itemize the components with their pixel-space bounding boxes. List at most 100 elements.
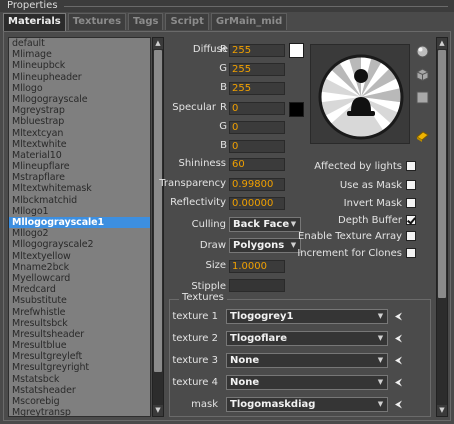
material-list-item[interactable]: Mllogo — [9, 83, 150, 94]
assign-arrow-icon[interactable] — [394, 334, 403, 343]
option-use-as-mask[interactable]: Use as Mask — [340, 179, 416, 191]
size-field[interactable]: 1.0000 — [229, 260, 285, 273]
plane-preview-icon[interactable] — [416, 91, 429, 104]
diffuse-color-swatch[interactable] — [289, 43, 304, 58]
shininess-field[interactable]: 60 — [229, 158, 285, 171]
material-list-item[interactable]: Mresultgreyright — [9, 362, 150, 373]
material-list-item[interactable]: Mgreystrap — [9, 105, 150, 116]
specular-r-field[interactable]: 0 — [229, 102, 285, 115]
material-list-item[interactable]: Mresultgreyleft — [9, 351, 150, 362]
scroll-up-icon[interactable]: ▲ — [153, 38, 163, 49]
assign-arrow-icon[interactable] — [394, 378, 403, 387]
material-list-item[interactable]: Mlimage — [9, 49, 150, 60]
material-list-item[interactable]: Mllogograyscale — [9, 94, 150, 105]
texture-3-dropdown[interactable]: None ▼ — [226, 353, 388, 368]
material-list-item[interactable]: Mscorebig — [9, 396, 150, 407]
material-list-item[interactable]: Mllogograyscale2 — [9, 239, 150, 250]
material-list-item[interactable]: Mltextyellow — [9, 251, 150, 262]
material-list-item[interactable]: Mredcard — [9, 284, 150, 295]
chevron-down-icon: ▼ — [290, 220, 297, 228]
specular-g-field[interactable]: 0 — [229, 121, 285, 134]
tab-script[interactable]: Script — [165, 13, 209, 30]
depth-buffer-checkbox[interactable] — [406, 215, 416, 225]
material-list-item[interactable]: Mlineupbck — [9, 60, 150, 71]
culling-value: Back Face — [233, 219, 290, 230]
material-list-item[interactable]: Mstatsheader — [9, 385, 150, 396]
diffuse-g-field[interactable]: 255 — [229, 63, 285, 76]
material-list-item[interactable]: Msubstitute — [9, 295, 150, 306]
use-as-mask-checkbox[interactable] — [406, 180, 416, 190]
properties-scrollbar[interactable]: ▲ ▼ — [436, 37, 448, 417]
draw-label: Draw — [199, 240, 226, 251]
material-list-item[interactable]: Mlbckmatchid — [9, 195, 150, 206]
material-preview-image — [318, 54, 404, 140]
material-list-item[interactable]: Mllogo2 — [9, 228, 150, 239]
texture-2-label: texture 2 — [172, 333, 218, 344]
diffuse-b-field[interactable]: 255 — [229, 82, 285, 95]
texture-1-dropdown[interactable]: Tlogogrey1 ▼ — [226, 309, 388, 324]
material-list-item[interactable]: Mllogo1 — [9, 206, 150, 217]
mask-dropdown[interactable]: Tlogomaskdiag ▼ — [226, 397, 388, 412]
material-list-item[interactable]: Mresultsbck — [9, 318, 150, 329]
material-list-item[interactable]: Mbluestrap — [9, 116, 150, 127]
material-list-item[interactable]: Mltextwhitemask — [9, 183, 150, 194]
option-increment-for-clones[interactable]: Increment for Clones — [297, 247, 416, 259]
reflectivity-field[interactable]: 0.00000 — [229, 197, 285, 210]
assign-arrow-icon[interactable] — [394, 312, 403, 321]
texture-2-dropdown[interactable]: Tlogoflare ▼ — [226, 331, 388, 346]
culling-dropdown[interactable]: Back Face ▼ — [229, 217, 301, 232]
cube-preview-icon[interactable] — [416, 68, 429, 81]
enable-texture-array-checkbox[interactable] — [406, 231, 416, 241]
material-list-item[interactable]: Mresultblue — [9, 340, 150, 351]
material-list-item[interactable]: Mresultsheader — [9, 329, 150, 340]
texture-4-dropdown[interactable]: None ▼ — [226, 375, 388, 390]
assign-arrow-icon[interactable] — [394, 400, 403, 409]
material-list-item[interactable]: Myellowcard — [9, 273, 150, 284]
increment-for-clones-checkbox[interactable] — [406, 248, 416, 258]
sphere-preview-icon[interactable] — [416, 45, 429, 58]
texture-preview-icon[interactable] — [416, 129, 429, 142]
option-affected-by-lights[interactable]: Affected by lights — [314, 160, 416, 172]
material-list-item[interactable]: Mstrapflare — [9, 172, 150, 183]
specular-label: Specular — [172, 102, 216, 113]
option-invert-mask[interactable]: Invert Mask — [344, 197, 416, 209]
material-list-scrollbar[interactable]: ▲ ▼ — [152, 37, 164, 417]
affected-by-lights-checkbox[interactable] — [406, 161, 416, 171]
tab-bar: Materials Textures Tags Script GrMain_mi… — [3, 13, 289, 31]
material-list-item[interactable]: Mlineupheader — [9, 72, 150, 83]
transparency-field[interactable]: 0.99800 — [229, 178, 285, 191]
material-list-item[interactable]: Mrefwhistle — [9, 307, 150, 318]
material-list-item[interactable]: Mstatsbck — [9, 374, 150, 385]
option-depth-buffer[interactable]: Depth Buffer — [338, 214, 416, 226]
material-list-item[interactable]: Mltextcyan — [9, 128, 150, 139]
diffuse-g-label: G — [219, 63, 227, 74]
material-list-item[interactable]: Mgreytransp — [9, 407, 150, 416]
assign-arrow-icon[interactable] — [394, 356, 403, 365]
material-list-item[interactable]: Mname2bck — [9, 262, 150, 273]
material-list-item[interactable]: Mltextwhite — [9, 139, 150, 150]
tab-grmain-mid[interactable]: GrMain_mid — [210, 13, 288, 30]
material-list-item[interactable]: default — [9, 38, 150, 49]
tab-tags[interactable]: Tags — [128, 13, 164, 30]
scroll-down-icon[interactable]: ▼ — [437, 405, 447, 416]
specular-color-swatch[interactable] — [289, 102, 304, 117]
scroll-thumb[interactable] — [154, 50, 162, 372]
scroll-down-icon[interactable]: ▼ — [153, 405, 163, 416]
specular-b-field[interactable]: 0 — [229, 140, 285, 153]
material-list-item[interactable]: Mlineupflare — [9, 161, 150, 172]
chevron-down-icon: ▼ — [377, 400, 384, 408]
scroll-thumb[interactable] — [438, 50, 446, 298]
option-enable-texture-array[interactable]: Enable Texture Array — [298, 230, 416, 242]
draw-dropdown[interactable]: Polygons ▼ — [229, 238, 301, 253]
scroll-up-icon[interactable]: ▲ — [437, 38, 447, 49]
material-list-item[interactable]: Mllogograyscale1 — [9, 217, 150, 229]
chevron-down-icon: ▼ — [377, 334, 384, 342]
material-list-item[interactable]: Material10 — [9, 150, 150, 161]
tab-textures[interactable]: Textures — [67, 13, 127, 30]
stipple-field[interactable] — [229, 279, 285, 292]
material-list[interactable]: default Mlimage Mlineupbck Mlineupheader Mll… — [8, 37, 151, 417]
tab-materials[interactable]: Materials — [3, 13, 66, 31]
option-label: Enable Texture Array — [298, 230, 402, 242]
diffuse-r-field[interactable]: 255 — [229, 44, 285, 57]
invert-mask-checkbox[interactable] — [406, 198, 416, 208]
